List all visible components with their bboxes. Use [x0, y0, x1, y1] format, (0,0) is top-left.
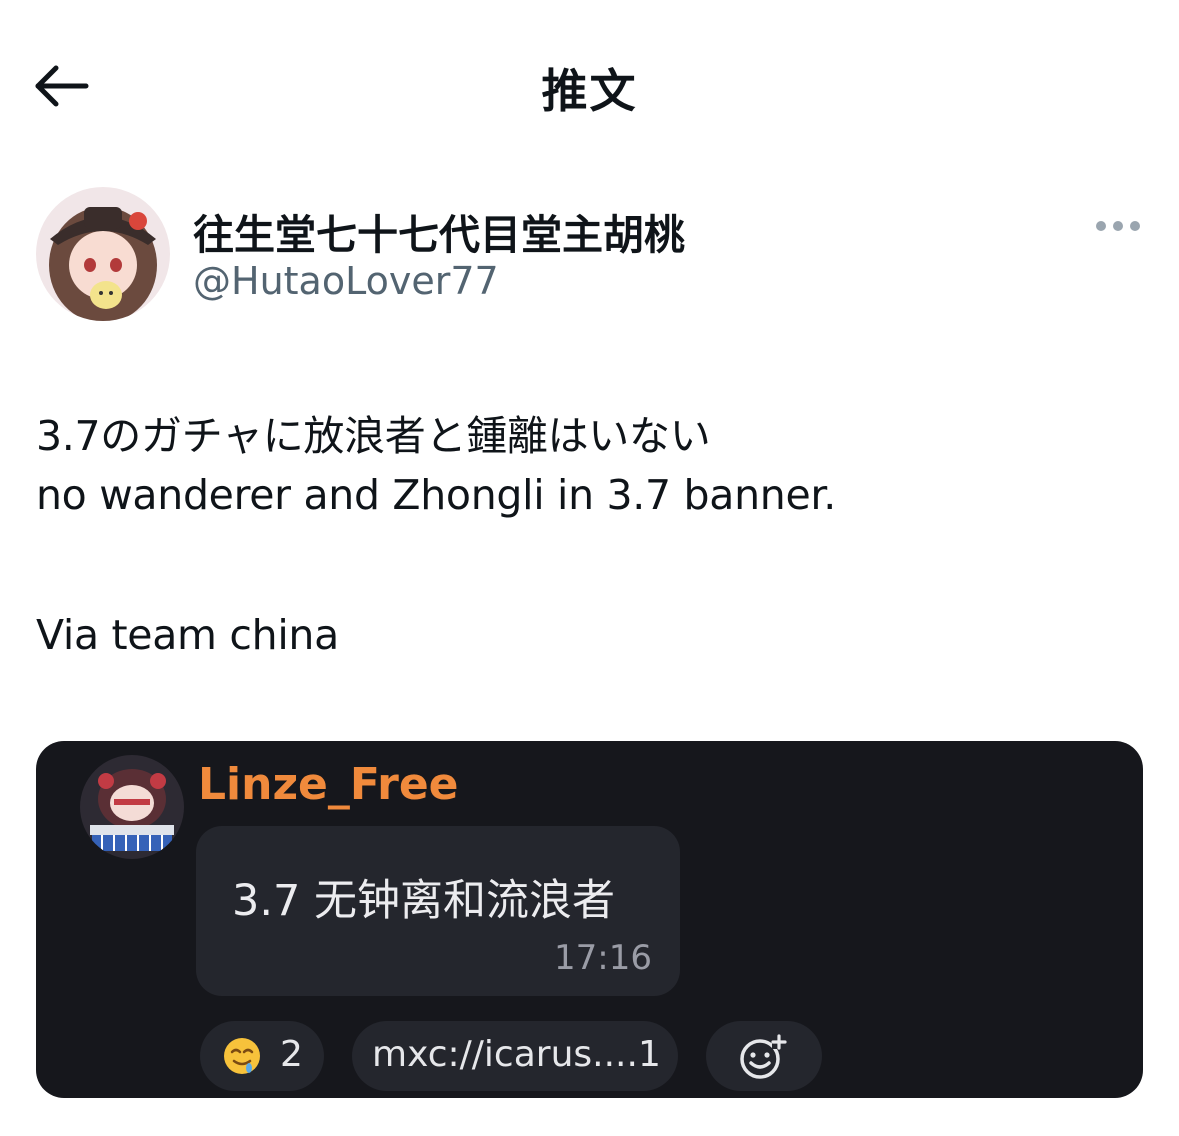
- avatar[interactable]: [36, 187, 170, 321]
- reaction-label: mxc://icarus....: [372, 1034, 638, 1075]
- more-options-button[interactable]: [1088, 208, 1148, 244]
- reaction-count: 2: [280, 1034, 303, 1075]
- tweet-text-line-3: Via team china: [36, 611, 339, 659]
- card-avatar-image: [80, 755, 184, 859]
- reaction-chip-mxc[interactable]: mxc://icarus.... 1: [352, 1021, 678, 1091]
- card-sender-avatar: [80, 755, 184, 859]
- author-handle[interactable]: @HutaoLover77: [193, 259, 499, 303]
- page-title: 推文: [541, 64, 638, 118]
- card-sender-name: Linze_Free: [198, 759, 459, 810]
- message-bubble: 3.7 无钟离和流浪者 17:16: [196, 826, 680, 996]
- add-reaction-icon: [740, 1034, 787, 1079]
- media-image-card[interactable]: Linze_Free 3.7 无钟离和流浪者 17:16 2 mxc://ica…: [36, 741, 1143, 1098]
- avatar-image: [36, 187, 170, 321]
- tweet-text-line-1: 3.7のガチャに放浪者と鍾離はいない: [36, 412, 711, 460]
- add-reaction-button[interactable]: [706, 1021, 822, 1091]
- message-timestamp: 17:16: [554, 938, 652, 978]
- drooling-face-emoji-icon: [224, 1038, 260, 1074]
- message-text: 3.7 无钟离和流浪者: [232, 876, 616, 926]
- reaction-chip-drooling[interactable]: 2: [200, 1021, 324, 1091]
- tweet-text-line-2: no wanderer and Zhongli in 3.7 banner.: [36, 471, 836, 519]
- reaction-count: 1: [638, 1034, 661, 1075]
- author-display-name[interactable]: 往生堂七十七代目堂主胡桃: [193, 201, 685, 261]
- more-horizontal-icon: [1096, 221, 1140, 231]
